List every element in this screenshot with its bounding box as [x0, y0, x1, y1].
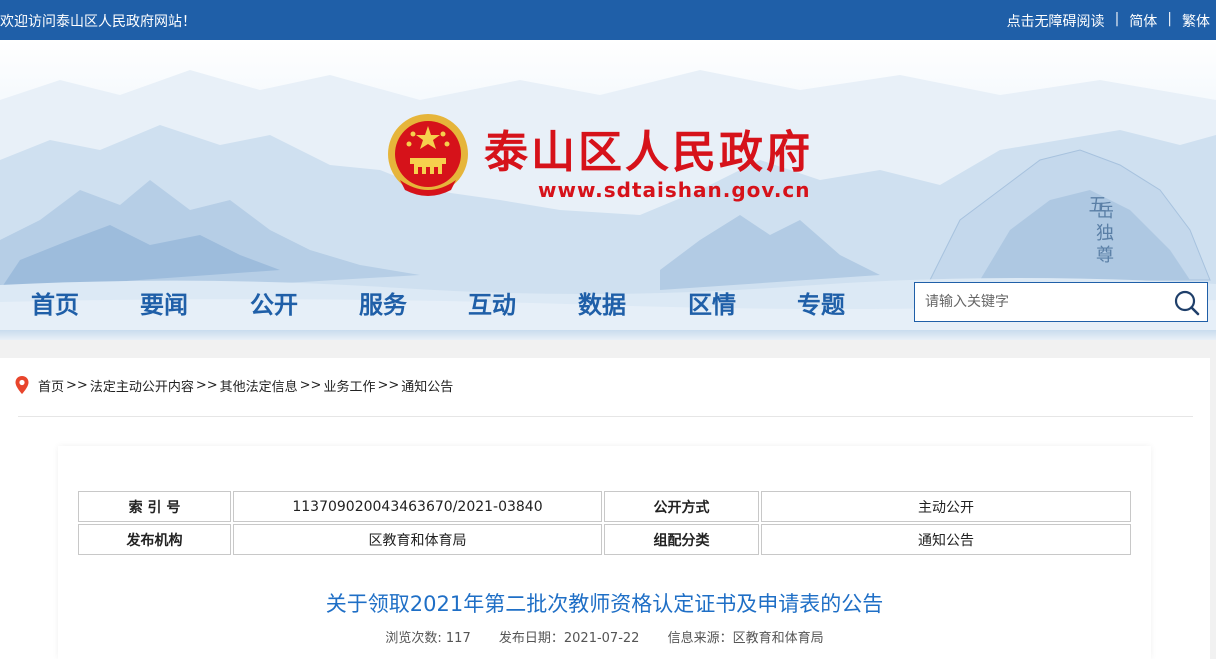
views-count: 117	[445, 631, 471, 646]
svg-text:尊: 尊	[1096, 245, 1114, 266]
separator: |	[1167, 11, 1172, 27]
breadcrumb-other-legal-info[interactable]: 其他法定信息	[220, 376, 298, 395]
breadcrumb: 首页 >> 法定主动公开内容 >> 其他法定信息 >> 业务工作 >> 通知公告	[14, 375, 453, 395]
site-url: www.sdtaishan.gov.cn	[538, 178, 811, 202]
search-icon	[1174, 290, 1200, 316]
source-value: 区教育和体育局	[732, 631, 824, 646]
breadcrumb-separator: >>	[377, 377, 400, 393]
accessible-reading-link[interactable]: 点击无障碍阅读	[1007, 11, 1105, 31]
nav-item-news[interactable]: 要闻	[140, 285, 188, 320]
index-number-value: 113709020043463670/2021-03840	[233, 491, 602, 522]
nav-item-district[interactable]: 区情	[688, 285, 736, 320]
top-bar: 欢迎访问泰山区人民政府网站！ 点击无障碍阅读 | 简体 | 繁体	[0, 0, 1216, 40]
breadcrumb-notices[interactable]: 通知公告	[401, 376, 453, 395]
simplified-chinese-link[interactable]: 简体	[1129, 11, 1157, 31]
nav-item-public[interactable]: 公开	[250, 285, 298, 320]
category-label: 组配分类	[604, 524, 759, 555]
disclosure-method-value: 主动公开	[761, 491, 1131, 522]
breadcrumb-separator: >>	[66, 377, 88, 393]
breadcrumb-legal-public[interactable]: 法定主动公开内容	[90, 376, 194, 395]
separator: |	[1114, 11, 1120, 27]
category-value: 通知公告	[761, 524, 1131, 555]
article-title: 关于领取2021年第二批次教师资格认定证书及申请表的公告	[325, 592, 884, 616]
source-label: 信息来源：	[667, 631, 733, 646]
location-pin-icon	[15, 376, 29, 394]
content-area: 首页 >> 法定主动公开内容 >> 其他法定信息 >> 业务工作 >> 通知公告…	[0, 358, 1210, 659]
date-info: 发布日期：2021-07-22	[499, 631, 640, 646]
publish-date: 2021-07-22	[563, 631, 640, 646]
traditional-chinese-link[interactable]: 繁体	[1182, 11, 1210, 31]
welcome-text: 欢迎访问泰山区人民政府网站！	[0, 14, 196, 30]
nav-item-topics[interactable]: 专题	[797, 285, 845, 320]
table-row: 发布机构 区教育和体育局 组配分类 通知公告	[78, 524, 1131, 555]
article-meta: 浏览次数: 117 发布日期：2021-07-22 信息来源：区教育和体育局	[58, 627, 1151, 646]
views-label: 浏览次数:	[385, 631, 442, 646]
national-emblem-icon	[388, 114, 468, 196]
site-title: 泰山区人民政府	[484, 127, 813, 178]
nav-item-services[interactable]: 服务	[359, 285, 407, 320]
search-input[interactable]	[925, 291, 1165, 313]
views-info: 浏览次数: 117	[385, 631, 470, 646]
publisher-value: 区教育和体育局	[233, 524, 602, 555]
nav-item-interaction[interactable]: 互动	[468, 285, 516, 320]
date-label: 发布日期：	[498, 631, 564, 646]
article-panel: 索 引 号 113709020043463670/2021-03840 公开方式…	[58, 446, 1151, 659]
svg-text:岳: 岳	[1096, 201, 1114, 222]
document-meta-table: 索 引 号 113709020043463670/2021-03840 公开方式…	[76, 489, 1133, 557]
nav-divider	[0, 330, 1216, 340]
top-links: 点击无障碍阅读 | 简体 | 繁体	[1007, 11, 1210, 31]
breadcrumb-separator: >>	[195, 377, 218, 393]
breadcrumb-business-work[interactable]: 业务工作	[323, 376, 375, 395]
source-info: 信息来源：区教育和体育局	[668, 631, 824, 646]
breadcrumb-separator: >>	[299, 377, 322, 393]
breadcrumb-divider	[18, 416, 1193, 417]
svg-text:独: 独	[1096, 223, 1114, 244]
nav-item-data[interactable]: 数据	[578, 285, 626, 320]
search-box	[914, 282, 1208, 322]
table-row: 索 引 号 113709020043463670/2021-03840 公开方式…	[78, 491, 1131, 522]
disclosure-method-label: 公开方式	[604, 491, 759, 522]
search-button[interactable]	[1171, 287, 1203, 319]
breadcrumb-home[interactable]: 首页	[38, 376, 64, 395]
nav-item-home[interactable]: 首页	[31, 285, 79, 320]
index-number-label: 索 引 号	[78, 491, 231, 522]
publisher-label: 发布机构	[78, 524, 231, 555]
